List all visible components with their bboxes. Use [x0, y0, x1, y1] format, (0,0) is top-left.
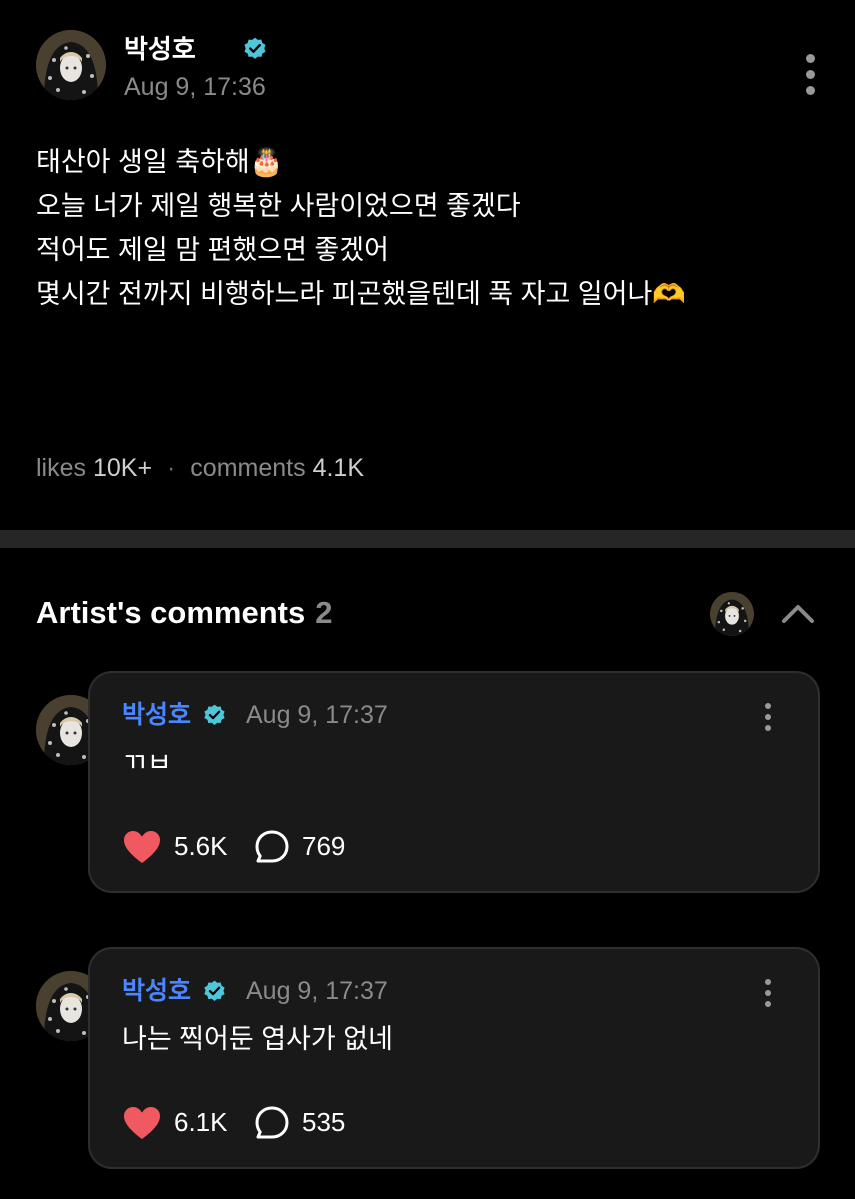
post-line: 적어도 제일 맘 편했으면 좋겠어	[36, 235, 389, 265]
comment-author-name[interactable]: 박성호	[122, 975, 191, 1007]
comment-replies-count: 769	[302, 831, 346, 861]
comment-author-name[interactable]: 박성호	[122, 699, 191, 731]
likes-label[interactable]: likes	[36, 454, 86, 482]
post-line: 태산아 생일 축하해🎂	[36, 147, 284, 177]
post-timestamp: Aug 9, 17:36	[124, 73, 266, 101]
comment-item: 박성호 Aug 9, 17:37 나는 찍어둔 엽사가 없네 6.1K 535	[36, 947, 826, 1169]
verified-badge-icon	[202, 703, 227, 728]
comment-actions: 5.6K 769	[122, 827, 522, 865]
artist-comments-title: Artist's comments 2	[36, 594, 332, 632]
comment-text: ㄲㅂ	[122, 748, 172, 778]
artist-comments-label: Artist's comments	[36, 595, 306, 630]
comment-likes-count: 5.6K	[174, 831, 228, 861]
comment-replies-count: 535	[302, 1107, 346, 1137]
heart-icon[interactable]	[122, 829, 162, 865]
artist-comments-header[interactable]: Artist's comments 2	[36, 592, 826, 638]
comment-text: 나는 찍어둔 엽사가 없네	[122, 1024, 393, 1054]
post-body: 태산아 생일 축하해🎂 오늘 너가 제일 행복한 사람이었으면 좋겠다 적어도 …	[36, 140, 826, 316]
comment-card[interactable]: 박성호 Aug 9, 17:37 나는 찍어둔 엽사가 없네 6.1K 535	[88, 947, 820, 1169]
comment-more-options-icon[interactable]	[762, 703, 774, 731]
post-line: 오늘 너가 제일 행복한 사람이었으면 좋겠다	[36, 191, 521, 221]
comment-timestamp: Aug 9, 17:37	[246, 701, 388, 729]
post-line: 몇시간 전까지 비행하느라 피곤했을텐데 푹 자고 일어나🫶	[36, 279, 686, 309]
artist-comments-count: 2	[315, 595, 333, 630]
stats-separator: ·	[167, 454, 176, 482]
comment-card[interactable]: 박성호 Aug 9, 17:37 ㄲㅂ 5.6K 769	[88, 671, 820, 893]
verified-badge-icon	[202, 979, 227, 1004]
verified-badge-icon	[242, 36, 268, 62]
more-options-icon[interactable]	[804, 54, 816, 95]
author-avatar[interactable]	[36, 30, 106, 100]
reply-bubble-icon[interactable]	[254, 1105, 290, 1141]
comment-timestamp: Aug 9, 17:37	[246, 977, 388, 1005]
heart-icon[interactable]	[122, 1105, 162, 1141]
chevron-up-icon[interactable]	[780, 600, 816, 626]
comment-likes-count: 6.1K	[174, 1107, 228, 1137]
comment-actions: 6.1K 535	[122, 1103, 522, 1141]
comment-more-options-icon[interactable]	[762, 979, 774, 1007]
post-stats: likes 10K+ · comments 4.1K	[36, 453, 364, 483]
section-divider	[0, 530, 855, 548]
artist-avatar[interactable]	[710, 592, 754, 636]
comments-value[interactable]: 4.1K	[313, 454, 364, 482]
comments-label[interactable]: comments	[190, 454, 305, 482]
comment-item: 박성호 Aug 9, 17:37 ㄲㅂ 5.6K 769	[36, 671, 826, 893]
reply-bubble-icon[interactable]	[254, 829, 290, 865]
post-header: 박성호 Aug 9, 17:36	[36, 30, 826, 102]
likes-value[interactable]: 10K+	[93, 454, 152, 482]
author-name[interactable]: 박성호	[124, 34, 196, 64]
